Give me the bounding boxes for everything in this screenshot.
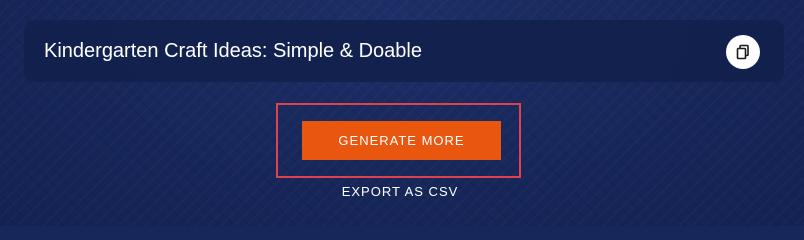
copy-icon — [736, 44, 749, 60]
export-csv-link[interactable]: EXPORT AS CSV — [300, 183, 500, 201]
generate-more-button[interactable]: GENERATE MORE — [302, 121, 501, 160]
copy-button[interactable] — [726, 35, 760, 69]
title-card: Kindergarten Craft Ideas: Simple & Doabl… — [24, 20, 784, 82]
page-title: Kindergarten Craft Ideas: Simple & Doabl… — [44, 40, 422, 62]
